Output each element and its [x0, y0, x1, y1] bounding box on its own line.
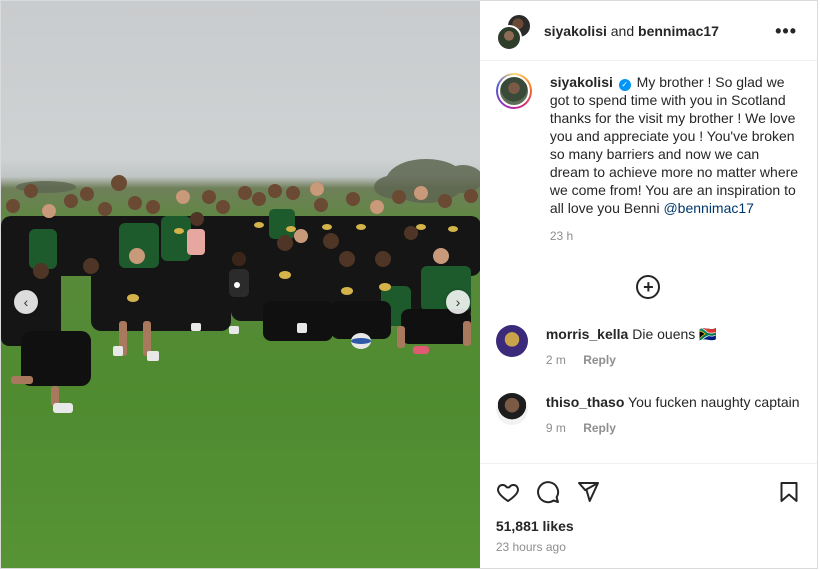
send-icon[interactable]: [576, 480, 600, 504]
caption-username-link[interactable]: siyakolisi: [550, 74, 613, 90]
comment-text: You fucken naughty captain: [628, 394, 800, 410]
next-photo-button[interactable]: ›: [446, 290, 470, 314]
post-side-panel: siyakolisi and bennimac17 ••• siyakolisi…: [479, 1, 817, 568]
comment-text: Die ouens 🇿🇦: [632, 326, 717, 342]
verified-badge-icon: ✓: [618, 79, 631, 91]
post-timestamp[interactable]: 23 hours ago: [496, 540, 801, 554]
likes-count[interactable]: 51,881 likes: [496, 518, 801, 534]
action-bar: [496, 476, 801, 508]
comment-item: thiso_thaso You fucken naughty captain 9…: [495, 393, 801, 435]
comment-timestamp: 9 m: [545, 421, 566, 435]
load-more-comments-button[interactable]: +: [636, 275, 661, 299]
post-header: siyakolisi and bennimac17 •••: [479, 1, 817, 61]
heart-icon[interactable]: [496, 480, 520, 504]
avatar[interactable]: [495, 73, 532, 109]
comments-section[interactable]: siyakolisi ✓ My brother ! So glad we got…: [480, 61, 817, 463]
reply-button[interactable]: Reply: [583, 421, 616, 435]
mention-link[interactable]: @bennimac17: [663, 200, 754, 216]
more-horizontal-icon: •••: [775, 21, 797, 41]
comment-username-link[interactable]: thiso_thaso: [546, 394, 625, 410]
caption-text: My brother ! So glad we got to spend tim…: [549, 74, 799, 216]
avatar: [495, 24, 522, 51]
author-joiner: and: [610, 22, 635, 39]
reply-button[interactable]: Reply: [583, 353, 616, 367]
plus-circle-icon: +: [643, 277, 654, 297]
author-username-link[interactable]: siyakolisi: [544, 23, 607, 39]
post-actions-area: 51,881 likes 23 hours ago: [479, 463, 817, 568]
caption-timestamp: 23 h: [549, 229, 574, 243]
comment-item: morris_kella Die ouens 🇿🇦 2 m Reply: [495, 325, 801, 367]
comment-timestamp: 2 m: [545, 353, 566, 367]
avatar[interactable]: [495, 393, 528, 425]
instagram-post: ‹ › siyakolisi and bennimac17 ••• siyako…: [0, 0, 818, 569]
previous-photo-button[interactable]: ‹: [14, 290, 38, 314]
bookmark-icon[interactable]: [777, 480, 801, 504]
author-username-link[interactable]: bennimac17: [638, 23, 719, 39]
avatar[interactable]: [495, 325, 528, 357]
chevron-right-icon: ›: [455, 294, 461, 310]
more-options-button[interactable]: •••: [775, 21, 797, 42]
post-authors: siyakolisi and bennimac17: [544, 23, 719, 39]
post-photo[interactable]: ‹ ›: [1, 1, 480, 568]
post-caption: siyakolisi ✓ My brother ! So glad we got…: [495, 73, 801, 243]
caption-text-block: siyakolisi ✓ My brother ! So glad we got…: [550, 73, 801, 217]
comment-icon[interactable]: [536, 480, 560, 504]
chevron-left-icon: ‹: [23, 294, 29, 310]
comment-username-link[interactable]: morris_kella: [546, 326, 629, 342]
collab-avatars[interactable]: [495, 12, 532, 51]
team-photo-illustration: [1, 159, 480, 568]
